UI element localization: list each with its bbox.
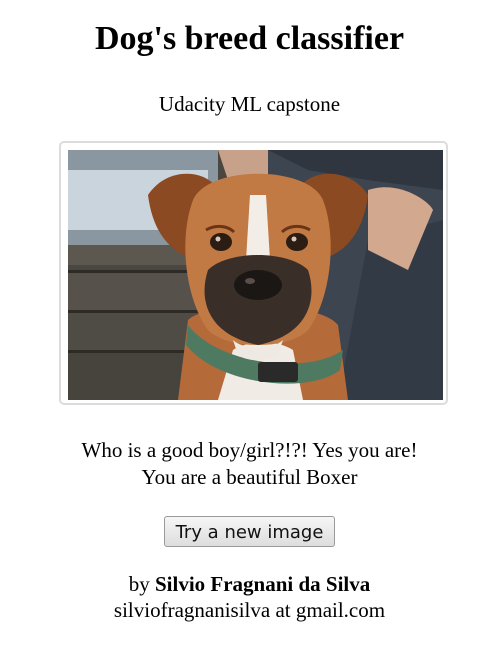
author-line: by Silvio Fragnani da Silva	[0, 571, 499, 597]
author-email: silviofragnanisilva at gmail.com	[113, 598, 386, 622]
page-subtitle: Udacity ML capstone	[158, 92, 341, 116]
author-prefix: by	[128, 572, 150, 596]
try-new-image-button[interactable]: Try a new image	[164, 516, 335, 547]
result-line-breed: You are a beautiful Boxer	[141, 465, 358, 489]
result-line-greeting: Who is a good boy/girl?!?! Yes you are!	[81, 438, 418, 462]
footer: by Silvio Fragnani da Silva silviofragna…	[0, 571, 499, 623]
page-title: Dog's breed classifier	[94, 20, 405, 57]
page: Dog's breed classifier Udacity ML capsto…	[0, 0, 499, 646]
classification-result: Who is a good boy/girl?!?! Yes you are! …	[0, 437, 499, 491]
dog-photo-illustration	[68, 150, 443, 400]
dog-photo	[68, 150, 443, 400]
author-name: Silvio Fragnani da Silva	[154, 572, 371, 596]
image-frame	[59, 141, 448, 405]
button-row: Try a new image	[0, 516, 499, 547]
